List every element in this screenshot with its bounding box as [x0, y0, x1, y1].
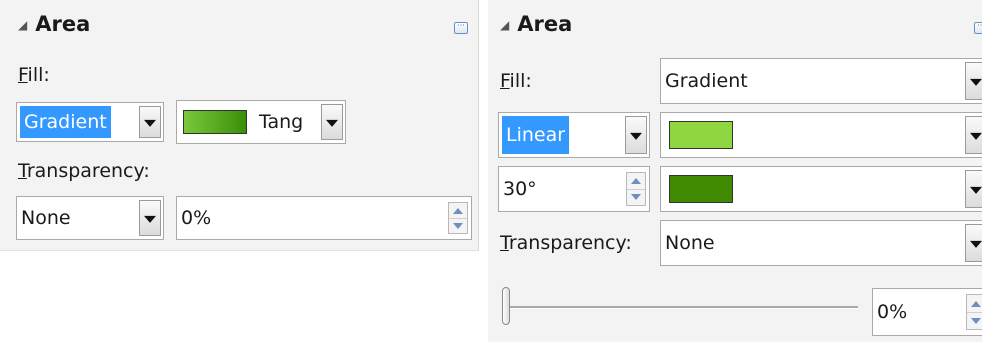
section-title: Area [35, 12, 91, 36]
increment-button[interactable] [967, 295, 982, 313]
angle-field[interactable]: 30° [498, 166, 650, 212]
transparency-label: Transparency: [18, 160, 150, 182]
gradient-swatch [183, 110, 247, 134]
chevron-down-icon[interactable] [139, 200, 161, 236]
gradient-type-value: Linear [500, 115, 571, 155]
chevron-down-icon[interactable] [321, 104, 343, 140]
increment-button[interactable] [449, 203, 467, 219]
fill-label: Fill: [500, 70, 532, 92]
start-color-swatch [669, 121, 733, 149]
collapse-triangle-icon[interactable]: ◢ [18, 18, 27, 32]
transparency-mode-dropdown[interactable]: None [660, 220, 982, 266]
chevron-down-icon[interactable] [965, 116, 982, 154]
gradient-start-color-dropdown[interactable] [660, 112, 982, 158]
angle-value: 30° [503, 178, 537, 200]
more-options-icon[interactable]: ··· [974, 22, 982, 34]
spin-arrows-icon[interactable] [626, 172, 646, 206]
spin-arrows-icon[interactable] [966, 294, 982, 330]
gradient-end-color-dropdown[interactable] [660, 166, 982, 212]
transparency-mode-dropdown[interactable]: None [16, 196, 164, 240]
more-options-icon[interactable]: ··· [454, 22, 468, 34]
chevron-down-icon[interactable] [965, 170, 982, 208]
transparency-slider-track[interactable] [504, 306, 858, 309]
section-title: Area [517, 12, 573, 36]
transparency-value-field[interactable]: 0% [176, 196, 472, 240]
transparency-mode-value: None [21, 207, 71, 229]
chevron-down-icon[interactable] [965, 224, 982, 262]
fill-type-value: Gradient [665, 70, 748, 92]
chevron-down-icon[interactable] [139, 106, 161, 138]
decrement-button[interactable] [449, 218, 467, 233]
chevron-down-icon[interactable] [965, 62, 982, 100]
fill-type-dropdown[interactable]: Gradient [16, 102, 164, 142]
area-panel-compact: ◢ Area ··· Fill: Gradient Tang Transparen… [0, 0, 479, 251]
increment-button[interactable] [627, 173, 645, 190]
decrement-button[interactable] [627, 189, 645, 205]
fill-type-value: Gradient [19, 105, 112, 139]
gradient-type-dropdown[interactable]: Linear [498, 112, 650, 158]
transparency-mode-value: None [665, 232, 715, 254]
fill-type-dropdown[interactable]: Gradient [660, 58, 982, 104]
area-section-header[interactable]: ◢ Area [500, 12, 572, 36]
fill-label: Fill: [18, 64, 50, 86]
chevron-down-icon[interactable] [625, 116, 647, 154]
transparency-value: 0% [877, 301, 908, 323]
area-section-header[interactable]: ◢ Area [18, 12, 90, 36]
end-color-swatch [669, 175, 733, 203]
spin-arrows-icon[interactable] [448, 202, 468, 234]
transparency-value: 0% [181, 207, 212, 229]
gradient-preset-value: Tang [259, 111, 304, 133]
transparency-value-field[interactable]: 0% [872, 288, 982, 336]
transparency-label: Transparency: [500, 232, 632, 254]
area-panel-expanded: ◢ Area ··· Fill: Gradient Linear 30° Tran… [488, 0, 982, 342]
decrement-button[interactable] [967, 312, 982, 329]
transparency-slider-thumb[interactable] [502, 287, 510, 325]
gradient-preset-dropdown[interactable]: Tang [176, 100, 346, 144]
collapse-triangle-icon[interactable]: ◢ [500, 18, 509, 32]
